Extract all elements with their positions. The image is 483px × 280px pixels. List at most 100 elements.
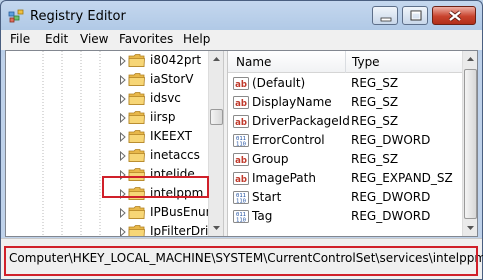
menu-file[interactable]: File [10,32,30,46]
column-header-name[interactable]: Name [236,55,271,69]
registry-editor-window: Registry Editor File Edit View Favorites… [0,0,483,280]
minimize-icon [380,17,392,22]
menu-favorites[interactable]: Favorites [119,32,173,46]
value-type: REG_DWORD [351,209,431,223]
menu-bar: File Edit View Favorites Help [1,30,482,50]
tree-scroll-thumb[interactable] [210,109,223,125]
tree-item[interactable]: IPBusEnum [119,203,219,222]
scroll-up-icon[interactable] [209,51,224,68]
value-name: DriverPackageId [252,114,350,128]
expander-arrow-icon[interactable] [119,74,127,86]
expander-arrow-icon[interactable] [119,93,127,105]
string-value-icon: ab [233,171,249,186]
maximize-button[interactable] [402,6,428,25]
key-tree-pane[interactable]: i8042prt iaStorV idsvc iirsp IKEEXT inetaccs i… [6,51,223,236]
tree-item-label: inetaccs [150,148,200,162]
value-name: DisplayName [252,95,332,109]
value-type: REG_SZ [351,76,399,90]
expander-arrow-icon[interactable] [119,226,127,236]
column-header-type[interactable]: Type [352,55,380,69]
expander-arrow-icon[interactable] [119,150,127,162]
folder-icon [128,167,146,182]
tree-item[interactable]: IpFilterDriv [119,222,219,236]
dword-value-icon: 011 110 [233,190,249,205]
scroll-up-icon[interactable] [463,51,477,68]
tree-item[interactable]: intelppm [119,184,219,203]
close-icon [448,10,462,22]
values-list-pane[interactable]: Name Type ab (Default) REG_SZ ab DisplayName… [228,51,477,236]
expander-arrow-icon[interactable] [119,188,127,200]
scroll-down-icon[interactable] [463,219,477,236]
value-type: REG_SZ [351,114,399,128]
value-type: REG_SZ [351,95,399,109]
tree-item-label: IKEEXT [150,129,192,143]
value-name: ImagePath [252,171,316,185]
value-name: ErrorControl [252,133,325,147]
value-row[interactable]: ab DisplayName REG_SZ [228,93,463,112]
folder-icon [128,148,146,163]
value-type: REG_DWORD [351,190,431,204]
expander-arrow-icon[interactable] [119,169,127,181]
string-value-icon: ab [233,152,249,167]
expander-arrow-icon[interactable] [119,207,127,219]
svg-text:ab: ab [235,80,247,90]
string-value-icon: ab [233,95,249,110]
menu-edit[interactable]: Edit [45,32,68,46]
registry-editor-icon [8,9,24,23]
folder-icon [128,72,146,87]
svg-text:110: 110 [236,199,246,205]
expander-arrow-icon[interactable] [119,55,127,67]
value-type: REG_EXPAND_SZ [351,171,453,185]
folder-icon [128,91,146,106]
tree-item[interactable]: iaStorV [119,70,219,89]
tree-item[interactable]: IKEEXT [119,127,219,146]
value-row[interactable]: 011 110 Start REG_DWORD [228,188,463,207]
tree-item-label: IpFilterDriv [150,224,216,236]
tree-item[interactable]: intelide [119,165,219,184]
value-type: REG_DWORD [351,133,431,147]
value-type: REG_SZ [351,152,399,166]
value-row[interactable]: 011 110 ErrorControl REG_DWORD [228,131,463,150]
status-bar: Computer\HKEY_LOCAL_MACHINE\SYSTEM\Curre… [1,238,483,279]
value-row[interactable]: 011 110 Tag REG_DWORD [228,207,463,226]
svg-text:110: 110 [236,218,246,224]
expander-arrow-icon[interactable] [119,131,127,143]
menu-help[interactable]: Help [183,32,210,46]
client-area: i8042prt iaStorV idsvc iirsp IKEEXT inetaccs i… [5,50,478,237]
tree-item[interactable]: inetaccs [119,146,219,165]
svg-text:ab: ab [235,99,247,109]
title-bar[interactable]: Registry Editor [1,1,482,31]
svg-text:ab: ab [235,175,247,185]
scroll-down-icon[interactable] [209,219,224,236]
expander-arrow-icon[interactable] [119,112,127,124]
string-value-icon: ab [233,114,249,129]
value-name: Start [252,190,282,204]
value-name: Tag [252,209,273,223]
folder-icon [128,186,146,201]
list-scroll-thumb[interactable] [464,69,477,219]
tree-item[interactable]: i8042prt [119,51,219,70]
maximize-icon [410,10,422,21]
value-row[interactable]: ab ImagePath REG_EXPAND_SZ [228,169,463,188]
tree-vertical-scrollbar[interactable] [208,51,223,236]
list-vertical-scrollbar[interactable] [462,51,477,236]
folder-icon [128,224,146,236]
dword-value-icon: 011 110 [233,209,249,224]
value-row[interactable]: ab (Default) REG_SZ [228,74,463,93]
menu-view[interactable]: View [80,32,108,46]
value-row[interactable]: ab Group REG_SZ [228,150,463,169]
column-separator[interactable] [345,51,346,73]
tree-item[interactable]: idsvc [119,89,219,108]
value-name: Group [252,152,289,166]
tree-item[interactable]: iirsp [119,108,219,127]
tree-item-label: idsvc [150,91,181,105]
svg-text:110: 110 [236,142,246,148]
minimize-button[interactable] [372,6,398,25]
tree-item-label: iirsp [150,110,176,124]
close-button[interactable] [432,6,476,25]
folder-icon [128,110,146,125]
folder-icon [128,129,146,144]
value-name: (Default) [252,76,306,90]
status-path: Computer\HKEY_LOCAL_MACHINE\SYSTEM\Curre… [9,251,483,265]
value-row[interactable]: ab DriverPackageId REG_SZ [228,112,463,131]
